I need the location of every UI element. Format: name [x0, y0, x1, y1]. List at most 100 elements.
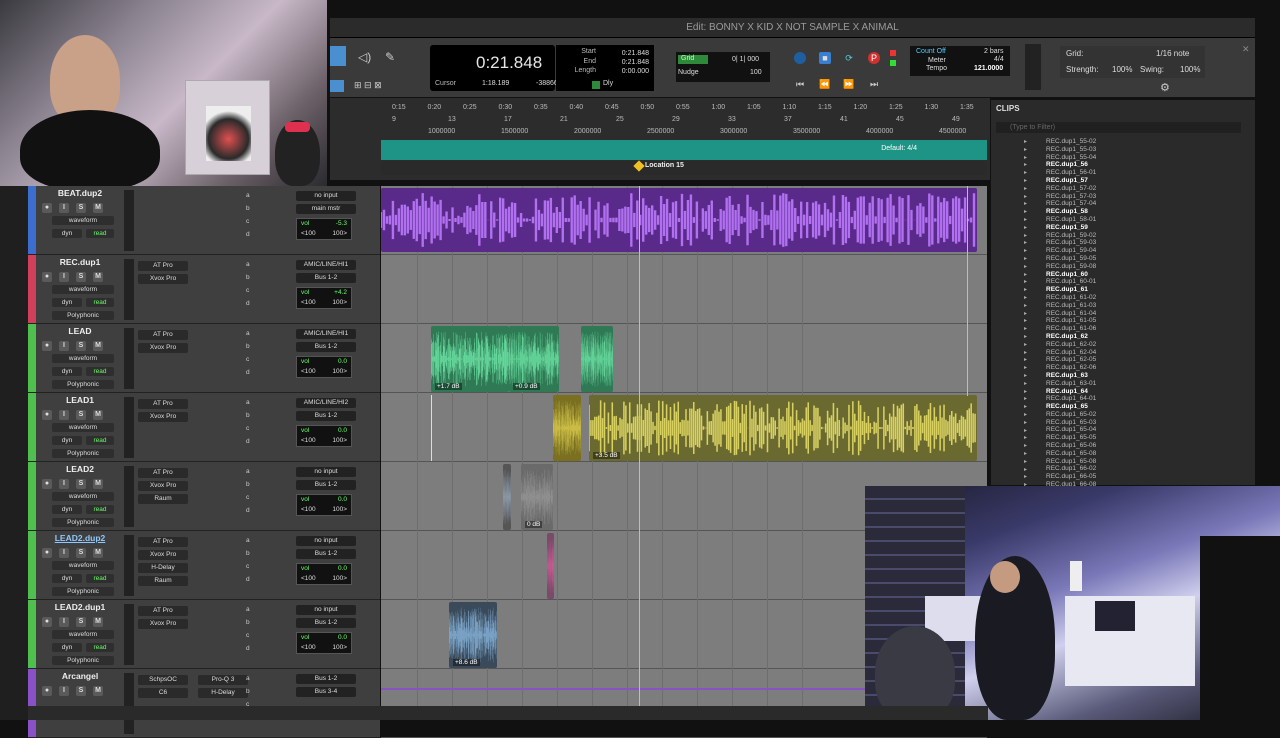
tempo-value[interactable]: 121.0000 [974, 65, 1003, 72]
input-button[interactable]: I [59, 341, 69, 351]
track-name[interactable]: LEAD [40, 326, 120, 336]
clip-list-item[interactable]: REC.dup1_62-02 [1046, 341, 1246, 349]
elastic-mode[interactable]: Polyphonic [52, 311, 114, 320]
clip-list-item[interactable]: REC.dup1_59 [1046, 224, 1246, 232]
track-name[interactable]: LEAD2 [40, 464, 120, 474]
track-header[interactable]: LEAD1 ● I S Mwaveform dyn read Polyphonic AT Pro… [28, 393, 380, 462]
pan-left[interactable]: <100 [301, 230, 316, 237]
volume-value[interactable]: 0.0 [338, 427, 347, 434]
view-selector[interactable]: waveform [52, 492, 114, 501]
forward-button[interactable]: ⏩ [843, 78, 855, 90]
pan-right[interactable]: 100> [332, 299, 347, 306]
elastic-mode[interactable]: Polyphonic [52, 656, 114, 665]
clip-list-item[interactable]: REC.dup1_65-02 [1046, 411, 1246, 419]
elastic-mode[interactable]: Polyphonic [52, 380, 114, 389]
volume-value[interactable]: 0.0 [338, 634, 347, 641]
pan-left[interactable]: <100 [301, 644, 316, 651]
grid-value[interactable]: 0| 1| 000 [732, 56, 759, 63]
solo-button[interactable]: S [76, 548, 86, 558]
solo-button[interactable]: S [76, 479, 86, 489]
clip-list-item[interactable]: REC.dup1_62-05 [1046, 356, 1246, 364]
end-value[interactable]: 0:21.848 [622, 59, 649, 66]
clip-list-item[interactable]: REC.dup1_59-03 [1046, 239, 1246, 247]
count-off-label[interactable]: Count Off [916, 48, 946, 55]
record-button[interactable]: ● [42, 410, 52, 420]
insert-slot[interactable]: H-Delay [138, 563, 188, 573]
volume-value[interactable]: +4.2 [334, 289, 347, 296]
expand-arrow-icon[interactable]: ▸ [1024, 341, 1027, 348]
mute-button[interactable]: M [93, 617, 103, 627]
lead1-clip[interactable]: +3.5 dB [589, 395, 977, 461]
clip-list-item[interactable]: REC.dup1_59-02 [1046, 232, 1246, 240]
output-selector[interactable]: Bus 1-2 [296, 411, 356, 421]
automation-mode[interactable]: read [86, 574, 114, 583]
volume-value[interactable]: 0.0 [338, 496, 347, 503]
expand-arrow-icon[interactable]: ▸ [1024, 286, 1027, 293]
mute-button[interactable]: M [93, 548, 103, 558]
mute-button[interactable]: M [93, 341, 103, 351]
input-selector[interactable]: Bus 1-2 [296, 674, 356, 684]
dyn-selector[interactable]: dyn [52, 367, 82, 376]
elastic-mode[interactable]: Polyphonic [52, 518, 114, 527]
dyn-selector[interactable]: dyn [52, 229, 82, 238]
mute-button[interactable]: M [93, 272, 103, 282]
smart-tool-icon[interactable] [330, 80, 344, 92]
clip-list-item[interactable]: REC.dup1_65 [1046, 403, 1246, 411]
solo-button[interactable]: S [76, 686, 86, 696]
automation-mode[interactable]: read [86, 367, 114, 376]
clip-list-item[interactable]: REC.dup1_64-01 [1046, 395, 1246, 403]
pencil-tool-icon[interactable]: ✎ [385, 50, 395, 64]
beat-clip[interactable] [381, 188, 977, 252]
volume-pan-box[interactable]: vol 0.0 <100 100> [296, 494, 352, 516]
input-selector[interactable]: AMIC/LINE/HI1 [296, 329, 356, 339]
record-button[interactable]: ● [42, 617, 52, 627]
expand-arrow-icon[interactable]: ▸ [1024, 224, 1027, 231]
clip-list-item[interactable]: REC.dup1_61-02 [1046, 294, 1246, 302]
pan-left[interactable]: <100 [301, 506, 316, 513]
lead2dup2-clip[interactable] [547, 533, 554, 599]
input-selector[interactable]: no input [296, 467, 356, 477]
elastic-mode[interactable]: Polyphonic [52, 449, 114, 458]
pan-right[interactable]: 100> [332, 230, 347, 237]
clip-list-item[interactable]: REC.dup1_60-01 [1046, 278, 1246, 286]
track-header[interactable]: Arcangel●ISMSchpsOCC6Pro-Q 3H-DelayabcdB… [28, 669, 380, 738]
insert-slot[interactable]: AT Pro [138, 399, 188, 409]
insert-slot[interactable]: Raum [138, 576, 188, 586]
lead2dup1-clip[interactable]: +8.6 dB [449, 602, 497, 668]
clip-list-item[interactable]: REC.dup1_61 [1046, 286, 1246, 294]
expand-arrow-icon[interactable]: ▸ [1024, 294, 1027, 301]
volume-pan-box[interactable]: vol 0.0 <100 100> [296, 356, 352, 378]
input-button[interactable]: I [59, 272, 69, 282]
expand-arrow-icon[interactable]: ▸ [1024, 263, 1027, 270]
solo-button[interactable]: S [76, 272, 86, 282]
pan-right[interactable]: 100> [332, 575, 347, 582]
lead-clip[interactable]: +1.7 dB [431, 326, 509, 392]
clip-list-item[interactable]: REC.dup1_55-04 [1046, 154, 1246, 162]
clip-list-item[interactable]: REC.dup1_58 [1046, 208, 1246, 216]
length-value[interactable]: 0:00.000 [622, 68, 649, 75]
expand-arrow-icon[interactable]: ▸ [1024, 473, 1027, 480]
volume-value[interactable]: 0.0 [338, 358, 347, 365]
clip-list-item[interactable]: REC.dup1_56-01 [1046, 169, 1246, 177]
track-header[interactable]: BEAT.dup2 ● I S Mwaveform dyn read a b c d no input… [28, 186, 380, 255]
lead-clip[interactable] [581, 326, 613, 392]
pan-left[interactable]: <100 [301, 368, 316, 375]
dly-label[interactable]: Dly [603, 80, 613, 87]
tab-tool-icon[interactable]: ⊞ ⊟ ⊠ [354, 80, 382, 91]
track-name[interactable]: LEAD2.dup2 [40, 533, 120, 543]
insert-slot[interactable]: SchpsOC [138, 675, 188, 685]
automation-mode[interactable]: read [86, 505, 114, 514]
input-selector[interactable]: AMIC/LINE/HI1 [296, 260, 356, 270]
output-selector[interactable]: Bus 1-2 [296, 342, 356, 352]
expand-arrow-icon[interactable]: ▸ [1024, 255, 1027, 262]
pan-right[interactable]: 100> [332, 437, 347, 444]
midi-grid-panel[interactable]: Grid: 1/16 note Strength: 100% Swing: 10… [1060, 46, 1205, 78]
lead-clip[interactable]: +0.9 dB [509, 326, 559, 392]
marker-ruler[interactable]: Location 15 [381, 160, 987, 175]
expand-arrow-icon[interactable]: ▸ [1024, 395, 1027, 402]
expand-arrow-icon[interactable]: ▸ [1024, 411, 1027, 418]
insert-slot[interactable]: Pro-Q 3 [198, 675, 248, 685]
clip-list-item[interactable]: REC.dup1_65-03 [1046, 419, 1246, 427]
solo-button[interactable]: S [76, 203, 86, 213]
track-name[interactable]: REC.dup1 [40, 257, 120, 267]
